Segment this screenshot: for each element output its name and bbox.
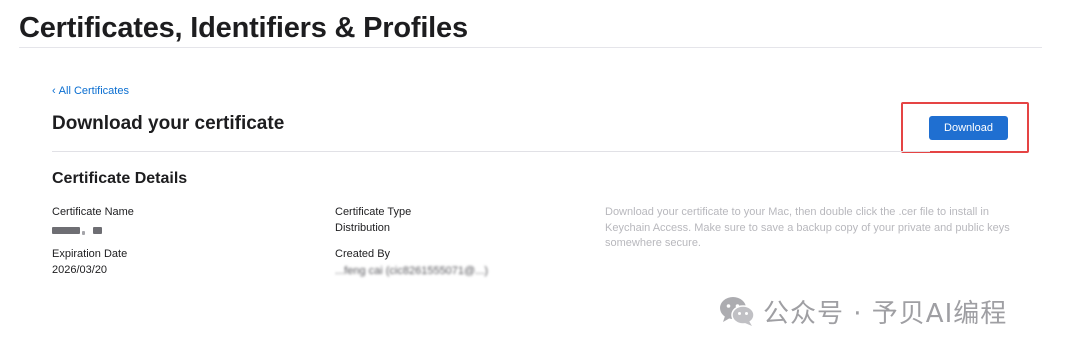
chevron-left-icon: ‹ bbox=[52, 85, 56, 97]
watermark-text: 公众号 · 予贝AI编程 bbox=[763, 298, 1008, 329]
certificate-page: Certificates, Identifiers & Profiles ‹ Al… bbox=[0, 0, 1080, 355]
expiration-date-label: Expiration Date bbox=[52, 248, 128, 260]
all-certificates-label: All Certificates bbox=[58, 85, 129, 97]
content-divider bbox=[52, 151, 930, 152]
all-certificates-link[interactable]: ‹ All Certificates bbox=[52, 85, 129, 97]
wechat-icon bbox=[720, 297, 755, 326]
created-by-value: ...feng cai (cic8261555071@...) bbox=[335, 265, 489, 277]
certificate-type-label: Certificate Type bbox=[335, 206, 412, 218]
created-by-value-redacted: ...feng cai (cic8261555071@...) bbox=[335, 265, 488, 277]
header-divider bbox=[19, 47, 1042, 48]
expiration-date-value: 2026/03/20 bbox=[52, 264, 108, 276]
app-title: Certificates, Identifiers & Profiles bbox=[19, 12, 468, 44]
certificate-details-heading: Certificate Details bbox=[52, 170, 188, 187]
certificate-name-value-redacted bbox=[52, 224, 102, 236]
download-button[interactable]: Download bbox=[929, 116, 1008, 140]
watermark: 公众号 · 予贝AI编程 bbox=[719, 290, 1007, 332]
certificate-type-value: Distribution bbox=[335, 222, 391, 234]
certificate-name-label: Certificate Name bbox=[52, 206, 134, 218]
download-instructions: Download your certificate to your Mac, t… bbox=[605, 206, 1010, 249]
created-by-label: Created By bbox=[335, 248, 391, 260]
page-title: Download your certificate bbox=[52, 113, 285, 134]
